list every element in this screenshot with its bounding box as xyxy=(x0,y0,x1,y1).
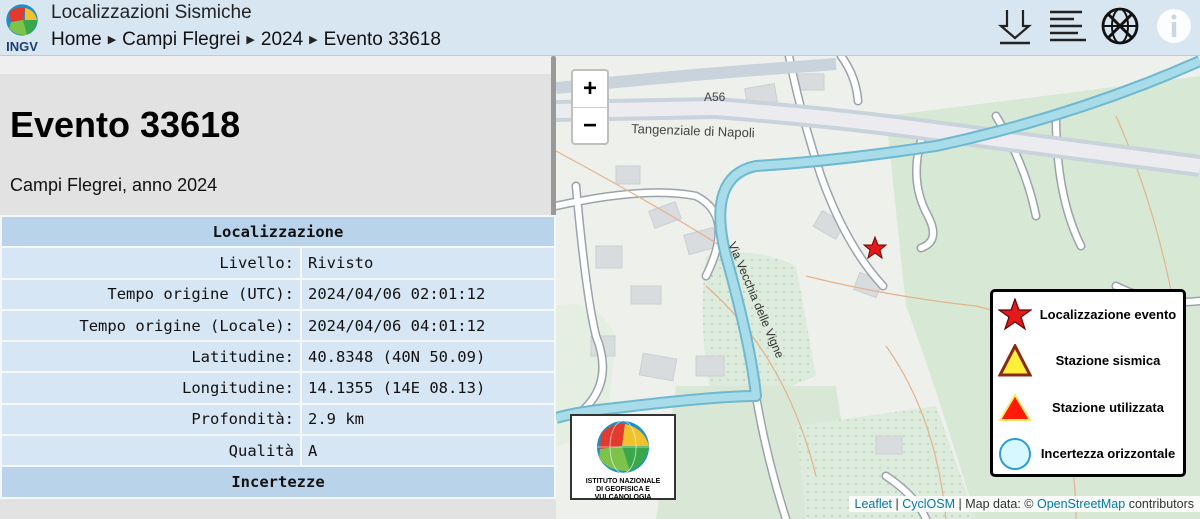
zoom-out-button[interactable]: − xyxy=(573,107,607,144)
ingv-name-line-1: ISTITUTO NAZIONALE xyxy=(585,478,661,485)
ingv-full-name: ISTITUTO NAZIONALE DI GEOFISICA E VULCAN… xyxy=(572,478,674,502)
field-value: Rivisto xyxy=(300,246,556,280)
legend-item: Stazione utilizzata xyxy=(993,387,1183,427)
field-value: 2.9 km xyxy=(300,402,556,437)
breadcrumb-year[interactable]: 2024 xyxy=(261,29,303,50)
table-row: Tempo origine (UTC): 2024/04/06 02:01:12 xyxy=(0,277,556,311)
legend-item: Stazione sismica xyxy=(993,340,1183,380)
table-row: Qualità A xyxy=(0,434,556,468)
map-attribution: Leaflet | CyclOSM | Map data: © OpenStre… xyxy=(848,496,1200,512)
breadcrumb-campi-flegrei[interactable]: Campi Flegrei xyxy=(122,29,240,50)
globe-off-icon[interactable] xyxy=(1100,6,1140,46)
attribution-separator: | xyxy=(892,497,903,511)
info-icon[interactable] xyxy=(1154,6,1194,46)
app-header: INGV Localizzazioni Sismiche Home ▶ Campi … xyxy=(0,0,1200,56)
field-value: 14.1355 (14E 08.13) xyxy=(300,371,556,405)
field-value: A xyxy=(300,434,556,468)
zoom-control: + − xyxy=(571,69,609,145)
event-location-star[interactable] xyxy=(862,235,888,260)
table-row: Tempo origine (Locale): 2024/04/06 04:01:… xyxy=(0,308,556,343)
download-icon[interactable] xyxy=(995,6,1035,46)
table-row: Longitudine: 14.1355 (14E 08.13) xyxy=(0,371,556,405)
breadcrumb-event: Evento 33618 xyxy=(323,29,441,50)
field-label: Livello: xyxy=(0,246,302,280)
svg-text:INGV: INGV xyxy=(6,39,38,54)
breadcrumb: Home ▶ Campi Flegrei ▶ 2024 ▶ Evento 33618 xyxy=(51,29,441,51)
ingv-globe-icon xyxy=(597,420,649,474)
leaflet-link[interactable]: Leaflet xyxy=(855,497,893,511)
breadcrumb-separator-icon: ▶ xyxy=(309,34,318,46)
legend-item: Localizzazione evento xyxy=(993,294,1183,334)
event-title: Evento 33618 xyxy=(10,104,241,145)
road-label-a56: A56 xyxy=(704,90,726,104)
legend-label: Stazione sismica xyxy=(1055,353,1161,368)
localization-table: Localizzazione Livello: Rivisto Tempo ori… xyxy=(0,214,556,499)
table-row: Profondità: 2.9 km xyxy=(0,402,556,437)
cyclosm-link[interactable]: CyclOSM xyxy=(902,497,955,511)
field-label: Latitudine: xyxy=(0,340,302,374)
legend-label: Localizzazione evento xyxy=(1039,307,1177,322)
map-legend: Localizzazione evento Stazione sismica S… xyxy=(990,289,1186,477)
legend-label: Stazione utilizzata xyxy=(1052,400,1164,415)
table-row: Livello: Rivisto xyxy=(0,246,556,280)
app-title: Localizzazioni Sismiche xyxy=(51,2,252,23)
event-subtitle: Campi Flegrei, anno 2024 xyxy=(10,175,218,195)
legend-label: Incertezza orizzontale xyxy=(1040,446,1176,461)
field-value: 2024/04/06 04:01:12 xyxy=(300,308,556,343)
openstreetmap-link[interactable]: OpenStreetMap xyxy=(1037,497,1125,511)
legend-item: Incertezza orizzontale xyxy=(993,433,1183,473)
ingv-name-line-2: DI GEOFISICA E VULCANOLOGIA xyxy=(594,486,652,501)
ingv-map-logo: ISTITUTO NAZIONALE DI GEOFISICA E VULCAN… xyxy=(570,414,676,502)
list-icon[interactable] xyxy=(1048,6,1088,46)
light-blue-circle-icon xyxy=(999,438,1031,470)
breadcrumb-separator-icon: ▶ xyxy=(246,34,255,46)
field-label: Tempo origine (UTC): xyxy=(0,277,302,311)
breadcrumb-home[interactable]: Home xyxy=(51,29,102,50)
ingv-logo[interactable]: INGV xyxy=(3,2,41,54)
field-value: 40.8348 (40N 50.09) xyxy=(300,340,556,374)
yellow-triangle-icon xyxy=(998,344,1032,377)
road-label-tangenziale: Tangenziale di Napoli xyxy=(631,121,755,140)
field-label: Tempo origine (Locale): xyxy=(0,308,302,343)
localization-heading: Localizzazione xyxy=(0,214,556,249)
breadcrumb-separator-icon: ▶ xyxy=(107,34,117,46)
field-value: 2024/04/06 02:01:12 xyxy=(300,277,556,311)
uncertainty-heading: Incertezze xyxy=(0,465,556,499)
field-label: Longitudine: xyxy=(0,371,302,405)
attribution-contributors: contributors xyxy=(1125,497,1194,511)
zoom-in-button[interactable]: + xyxy=(573,71,607,107)
field-label: Qualità xyxy=(0,434,302,468)
attribution-text: | Map data: © xyxy=(955,497,1037,511)
red-star-icon xyxy=(998,298,1032,331)
table-row: Latitudine: 40.8348 (40N 50.09) xyxy=(0,340,556,374)
red-triangle-icon xyxy=(998,393,1032,421)
field-label: Profondità: xyxy=(0,402,302,437)
panel-top-strip xyxy=(0,56,556,74)
